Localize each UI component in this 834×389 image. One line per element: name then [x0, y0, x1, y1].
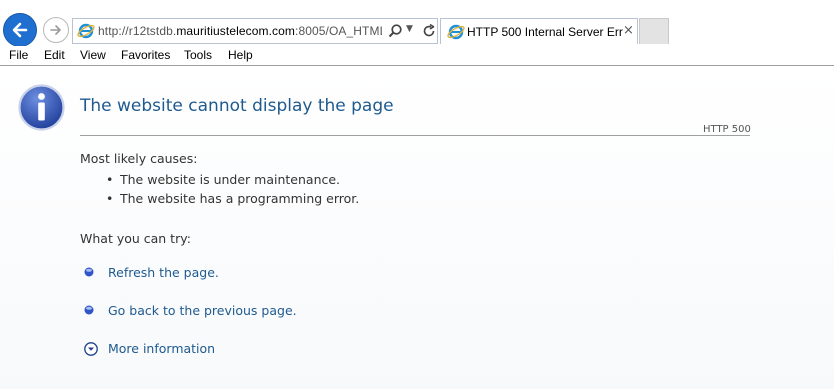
- cause-text: The website is under maintenance.: [120, 172, 340, 187]
- causes-heading: Most likely causes:: [80, 151, 197, 166]
- forward-button[interactable]: [43, 17, 69, 43]
- address-dropdown-icon[interactable]: ▼: [406, 24, 418, 38]
- url-rest: :8005/OA_HTML: [295, 24, 382, 38]
- title-divider: [80, 135, 750, 136]
- menu-file[interactable]: File: [9, 48, 28, 62]
- menu-tools[interactable]: Tools: [184, 48, 212, 62]
- page-title: The website cannot display the page: [80, 96, 394, 116]
- forward-arrow-icon: [49, 23, 63, 37]
- http-status-code: HTTP 500: [703, 124, 751, 135]
- internet-explorer-icon: [77, 22, 95, 40]
- bullet-dot-icon: •: [106, 191, 120, 206]
- error-page: The website cannot display the page HTTP…: [0, 67, 834, 389]
- cause-item: •The website is under maintenance.: [106, 172, 340, 187]
- back-arrow-icon: [10, 20, 30, 40]
- url-prefix: http://r12tstdb.: [98, 24, 176, 38]
- menu-help[interactable]: Help: [228, 48, 253, 62]
- go-back-link[interactable]: Go back to the previous page.: [108, 303, 297, 318]
- address-bar[interactable]: http://r12tstdb.mauritiustelecom.com:800…: [72, 18, 438, 44]
- address-url[interactable]: http://r12tstdb.mauritiustelecom.com:800…: [98, 24, 382, 38]
- menu-bar: File Edit View Favorites Tools Help: [0, 46, 834, 66]
- close-tab-icon[interactable]: ×: [623, 23, 634, 38]
- try-heading: What you can try:: [80, 231, 191, 246]
- tab-http-500[interactable]: HTTP 500 Internal Server Err... ×: [440, 18, 638, 44]
- blue-bullet-icon: [84, 305, 94, 315]
- url-host: mauritiustelecom.com: [176, 24, 295, 38]
- menu-view[interactable]: View: [80, 48, 106, 62]
- bullet-dot-icon: •: [106, 172, 120, 187]
- refresh-icon[interactable]: [421, 23, 437, 39]
- cause-text: The website has a programming error.: [120, 191, 359, 206]
- tab-title: HTTP 500 Internal Server Err...: [467, 25, 623, 39]
- blue-bullet-icon: [84, 267, 94, 277]
- browser-chrome: http://r12tstdb.mauritiustelecom.com:800…: [0, 0, 834, 66]
- chevron-down-circle-icon[interactable]: [84, 342, 98, 356]
- info-icon: [18, 84, 65, 131]
- back-button[interactable]: [3, 13, 37, 47]
- refresh-link[interactable]: Refresh the page.: [108, 265, 219, 280]
- menu-edit[interactable]: Edit: [44, 48, 65, 62]
- internet-explorer-icon: [447, 23, 465, 41]
- search-icon[interactable]: [387, 23, 403, 39]
- cause-item: •The website has a programming error.: [106, 191, 359, 206]
- new-tab-button[interactable]: [639, 18, 669, 44]
- more-information-link[interactable]: More information: [108, 341, 215, 356]
- menu-favorites[interactable]: Favorites: [121, 48, 170, 62]
